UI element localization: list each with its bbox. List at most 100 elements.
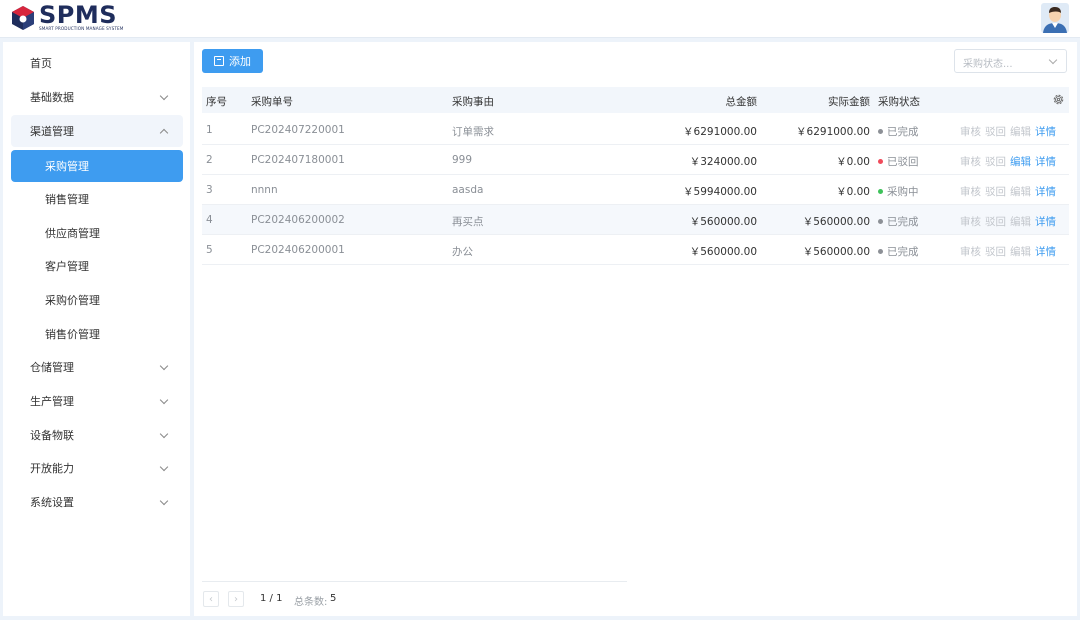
cell-reason: aasda <box>452 184 484 196</box>
status-dot-icon <box>878 188 883 194</box>
audit-link[interactable]: 审核 <box>960 244 981 259</box>
table-row[interactable]: 4 PC202406200002 再买点 ￥560000.00 ￥560000.… <box>202 205 1069 235</box>
sidebar-item-purchase-price[interactable]: 采购价管理 <box>11 284 183 316</box>
sidebar-item-label: 供应商管理 <box>45 227 100 240</box>
sidebar-item-label: 仓储管理 <box>30 361 74 374</box>
cell-index: 1 <box>206 124 213 136</box>
status-badge: 已完成 <box>878 244 919 259</box>
sidebar-item-purchase[interactable]: 采购管理 <box>11 150 183 182</box>
cell-index: 5 <box>206 244 213 256</box>
total-count: 5 <box>330 593 337 604</box>
cell-reason: 办公 <box>452 246 473 258</box>
sidebar-item-home[interactable]: 首页 <box>11 47 183 79</box>
sidebar-item-supplier[interactable]: 供应商管理 <box>11 217 183 249</box>
sidebar-item-basic-data[interactable]: 基础数据 <box>11 81 183 113</box>
logo-subtitle: SMART PRODUCTION MANAGE SYSTEM <box>39 26 124 31</box>
edit-link[interactable]: 编辑 <box>1010 214 1031 229</box>
status-dot-icon <box>878 128 883 134</box>
sidebar-item-sales-price[interactable]: 销售价管理 <box>11 318 183 350</box>
chevron-right-icon: › <box>234 593 238 605</box>
sidebar-item-label: 客户管理 <box>45 260 89 273</box>
sidebar-item-label: 设备物联 <box>30 429 74 442</box>
logo-title: SPMS <box>39 1 118 29</box>
table-row[interactable]: 5 PC202406200001 办公 ￥560000.00 ￥560000.0… <box>202 235 1069 265</box>
audit-link[interactable]: 审核 <box>960 184 981 199</box>
sidebar-item-sales[interactable]: 销售管理 <box>11 183 183 215</box>
status-text: 采购中 <box>887 186 919 198</box>
table-row[interactable]: 3 nnnn aasda ￥5994000.00 ￥0.00 采购中 审核 驳回… <box>202 175 1069 205</box>
detail-link[interactable]: 详情 <box>1035 214 1056 229</box>
cell-index: 4 <box>206 214 213 226</box>
cell-total: ￥5994000.00 <box>683 186 757 198</box>
status-badge: 已完成 <box>878 124 919 139</box>
status-dot-icon <box>878 158 883 164</box>
audit-link[interactable]: 审核 <box>960 214 981 229</box>
edit-link[interactable]: 编辑 <box>1010 124 1031 139</box>
sidebar-item-production[interactable]: 生产管理 <box>11 385 183 417</box>
cell-actual: ￥0.00 <box>836 156 870 168</box>
sidebar-item-warehouse[interactable]: 仓储管理 <box>11 351 183 383</box>
cell-order-no: PC202406200002 <box>251 214 345 226</box>
status-text: 已完成 <box>887 216 919 228</box>
sidebar-item-open-api[interactable]: 开放能力 <box>11 452 183 484</box>
cell-index: 3 <box>206 184 213 196</box>
detail-link[interactable]: 详情 <box>1035 154 1056 169</box>
add-button-label: 添加 <box>229 55 251 68</box>
gear-icon[interactable] <box>1052 93 1065 106</box>
cell-reason: 再买点 <box>452 216 484 228</box>
footer-divider <box>202 581 627 582</box>
cell-total: ￥560000.00 <box>689 216 757 228</box>
detail-link[interactable]: 详情 <box>1035 184 1056 199</box>
add-button[interactable]: 添加 <box>202 49 263 73</box>
status-text: 已驳回 <box>887 156 919 168</box>
next-page-button[interactable]: › <box>228 591 244 607</box>
status-filter-select[interactable]: 采购状态... <box>954 49 1067 73</box>
cell-actual: ￥560000.00 <box>802 216 870 228</box>
spms-logo[interactable]: SPMS SMART PRODUCTION MANAGE SYSTEM <box>10 3 123 33</box>
chevron-up-icon <box>159 128 169 138</box>
chevron-down-icon <box>159 395 169 405</box>
sidebar-item-channel[interactable]: 渠道管理 <box>11 115 183 147</box>
sidebar-item-iot[interactable]: 设备物联 <box>11 419 183 451</box>
status-dot-icon <box>878 248 883 254</box>
cell-order-no: PC202407180001 <box>251 154 345 166</box>
audit-link[interactable]: 审核 <box>960 124 981 139</box>
table-row[interactable]: 1 PC202407220001 订单需求 ￥6291000.00 ￥62910… <box>202 115 1069 145</box>
edit-link[interactable]: 编辑 <box>1010 184 1031 199</box>
cell-order-no: nnnn <box>251 184 278 196</box>
table-row[interactable]: 2 PC202407180001 999 ￥324000.00 ￥0.00 已驳… <box>202 145 1069 175</box>
reject-link[interactable]: 驳回 <box>985 154 1006 169</box>
cell-total: ￥6291000.00 <box>683 126 757 138</box>
page-indicator: 1 / 1 <box>260 593 283 604</box>
column-header-actual: 实际金额 <box>828 96 870 108</box>
cell-total: ￥324000.00 <box>689 156 757 168</box>
reject-link[interactable]: 驳回 <box>985 214 1006 229</box>
status-badge: 采购中 <box>878 184 919 199</box>
column-header-order-no: 采购单号 <box>251 96 293 108</box>
add-icon <box>214 56 224 66</box>
status-filter-placeholder: 采购状态... <box>963 59 1013 70</box>
sidebar-item-label: 采购价管理 <box>45 294 100 307</box>
reject-link[interactable]: 驳回 <box>985 244 1006 259</box>
sidebar-item-label: 销售价管理 <box>45 328 100 341</box>
sidebar-item-label: 开放能力 <box>30 462 74 475</box>
status-text: 已完成 <box>887 126 919 138</box>
reject-link[interactable]: 驳回 <box>985 184 1006 199</box>
edit-link[interactable]: 编辑 <box>1010 154 1031 169</box>
detail-link[interactable]: 详情 <box>1035 244 1056 259</box>
sidebar-item-customer[interactable]: 客户管理 <box>11 250 183 282</box>
chevron-down-icon <box>159 429 169 439</box>
detail-link[interactable]: 详情 <box>1035 124 1056 139</box>
cell-order-no: PC202406200001 <box>251 244 345 256</box>
prev-page-button[interactable]: ‹ <box>203 591 219 607</box>
main-panel: 添加 采购状态... 序号 采购单号 采购事由 总金额 实际金额 采购状态 1 … <box>194 42 1077 616</box>
status-dot-icon <box>878 218 883 224</box>
reject-link[interactable]: 驳回 <box>985 124 1006 139</box>
chevron-down-icon <box>159 496 169 506</box>
audit-link[interactable]: 审核 <box>960 154 981 169</box>
user-avatar-icon[interactable] <box>1041 3 1069 33</box>
edit-link[interactable]: 编辑 <box>1010 244 1031 259</box>
cell-actual: ￥560000.00 <box>802 246 870 258</box>
column-header-status: 采购状态 <box>878 96 920 108</box>
sidebar-item-settings[interactable]: 系统设置 <box>11 486 183 518</box>
